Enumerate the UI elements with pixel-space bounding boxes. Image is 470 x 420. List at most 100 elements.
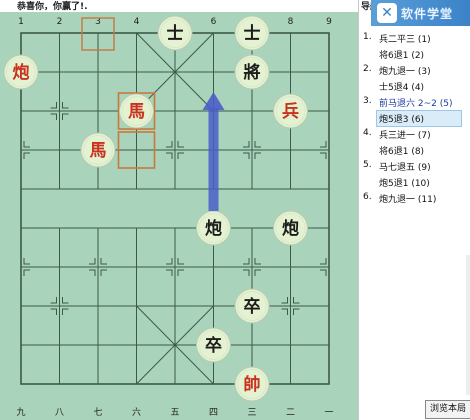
position-mark	[166, 152, 173, 159]
piece-shi-top-left[interactable]: 士	[157, 15, 193, 51]
bottom-file-label: 二	[286, 408, 295, 418]
bottom-file-label: 一	[324, 408, 333, 418]
position-mark	[243, 269, 250, 276]
move-number: 2.	[363, 64, 372, 74]
move-list-item[interactable]: 炮5退3 (6)	[359, 110, 463, 127]
move-number: 1.	[363, 32, 372, 42]
top-file-label: 9	[326, 17, 332, 27]
move-list[interactable]: 1. 兵二平三 (1) 将6退1 (2) 2. 炮九退一 (3) 士5退4 (4) 3. 前马…	[359, 30, 463, 206]
position-mark	[23, 152, 30, 159]
piece-ma-red-second[interactable]: 馬	[80, 132, 116, 168]
logo-text: 软件学堂	[401, 7, 454, 21]
status-text: 恭喜你，你赢了!.	[17, 2, 88, 12]
position-mark	[243, 152, 250, 159]
move-arrow-head	[202, 92, 225, 110]
top-file-label: 2	[57, 17, 63, 27]
piece-char: 將	[244, 62, 261, 83]
move-list-item[interactable]: 2. 炮九退一 (3)	[359, 62, 463, 78]
position-mark	[243, 258, 250, 265]
top-file-label: 1	[18, 17, 24, 27]
bottom-file-label: 四	[209, 408, 218, 418]
position-mark	[62, 113, 69, 120]
piece-char: 馬	[90, 141, 107, 161]
piece-pao-black-center[interactable]: 炮	[196, 210, 231, 246]
move-text: 将6退1 (8)	[379, 147, 425, 157]
position-mark	[177, 152, 184, 159]
piece-shi-top-right[interactable]: 士	[234, 15, 270, 51]
move-text: 炮九退一 (11)	[379, 195, 437, 205]
piece-char: 士	[167, 23, 184, 44]
move-text: 士5退4 (4)	[379, 83, 425, 93]
piece-pao-red-left[interactable]: 炮	[3, 54, 39, 90]
position-mark	[23, 141, 30, 148]
position-mark	[281, 308, 288, 315]
move-list-item[interactable]: 6. 炮九退一 (11)	[359, 190, 463, 206]
bottom-file-label: 七	[93, 407, 102, 418]
position-mark	[89, 258, 96, 265]
move-list-item[interactable]: 士5退4 (4)	[359, 78, 463, 94]
position-mark	[62, 102, 69, 109]
move-list-item[interactable]: 将6退1 (8)	[359, 142, 463, 158]
bottom-file-label: 六	[132, 406, 141, 418]
scrollbar[interactable]	[466, 255, 470, 395]
bottom-file-label: 八	[55, 408, 64, 418]
bottom-file-label: 三	[247, 408, 256, 418]
board-canvas[interactable]: 123456789九八七六五四三二一士士炮將馬兵馬炮炮卒卒帥	[0, 12, 358, 420]
piece-shuai-red[interactable]: 帥	[234, 366, 270, 402]
piece-jiang[interactable]: 將	[234, 54, 270, 90]
move-text: 前马退六 2~2 (5)	[379, 99, 453, 109]
watermark-logo: ✕ 软件学堂	[371, 0, 470, 26]
position-mark	[254, 141, 261, 148]
move-list-item[interactable]: 4. 兵三进一 (7)	[359, 126, 463, 142]
position-mark	[293, 297, 300, 304]
position-mark	[166, 269, 173, 276]
piece-zu-upper[interactable]: 卒	[234, 288, 270, 324]
position-mark	[50, 297, 57, 304]
position-mark	[254, 152, 261, 159]
move-list-item[interactable]: 将6退1 (2)	[359, 46, 463, 62]
piece-ma-red-moved[interactable]: 馬	[119, 93, 154, 129]
piece-char: 炮	[205, 218, 222, 239]
piece-char: 帥	[244, 374, 261, 395]
position-mark	[254, 269, 261, 276]
move-list-item[interactable]: 炮5退1 (10)	[359, 174, 463, 190]
position-mark	[23, 258, 30, 265]
move-text: 炮5退1 (10)	[379, 179, 430, 189]
bottom-file-label: 五	[170, 408, 179, 418]
move-arrow-shaft	[208, 108, 219, 211]
piece-char: 卒	[205, 335, 222, 356]
move-text: 炮九退一 (3)	[379, 67, 431, 77]
position-mark	[320, 152, 327, 159]
browse-game-button[interactable]: 浏览本局	[425, 400, 470, 419]
position-mark	[320, 269, 327, 276]
piece-zu-lower[interactable]: 卒	[196, 327, 231, 363]
move-number: 3.	[363, 96, 372, 106]
position-mark	[177, 258, 184, 265]
move-text: 马七退五 (9)	[379, 163, 431, 173]
move-text: 兵三进一 (7)	[379, 131, 431, 141]
top-file-label: 4	[134, 17, 140, 27]
piece-bing-red[interactable]: 兵	[273, 93, 308, 129]
position-mark	[50, 308, 57, 315]
position-mark	[243, 141, 250, 148]
top-file-label: 8	[288, 17, 294, 27]
move-number: 4.	[363, 128, 372, 138]
piece-pao-black-right[interactable]: 炮	[273, 210, 308, 246]
logo-icon: ✕	[377, 3, 397, 23]
top-file-label: 6	[211, 17, 217, 27]
position-mark	[62, 308, 69, 315]
move-list-item[interactable]: 1. 兵二平三 (1)	[359, 30, 463, 46]
piece-char: 炮	[282, 218, 299, 239]
sidebar: 导航 ✕ 软件学堂 1. 兵二平三 (1) 将6退1 (2) 2. 炮九退一 (3) 士5…	[358, 0, 470, 420]
status-bar: 恭喜你，你赢了!.	[0, 0, 358, 12]
piece-char: 卒	[244, 296, 261, 317]
move-text: 炮5退3 (6)	[379, 115, 425, 125]
position-mark	[166, 141, 173, 148]
bottom-file-label: 九	[16, 407, 25, 418]
piece-char: 士	[244, 23, 261, 44]
move-list-item[interactable]: 5. 马七退五 (9)	[359, 158, 463, 174]
position-mark	[320, 141, 327, 148]
position-mark	[50, 113, 57, 120]
xiangqi-board[interactable]: 123456789九八七六五四三二一士士炮將馬兵馬炮炮卒卒帥	[0, 12, 358, 420]
move-list-item[interactable]: 3. 前马退六 2~2 (5)	[359, 94, 463, 110]
